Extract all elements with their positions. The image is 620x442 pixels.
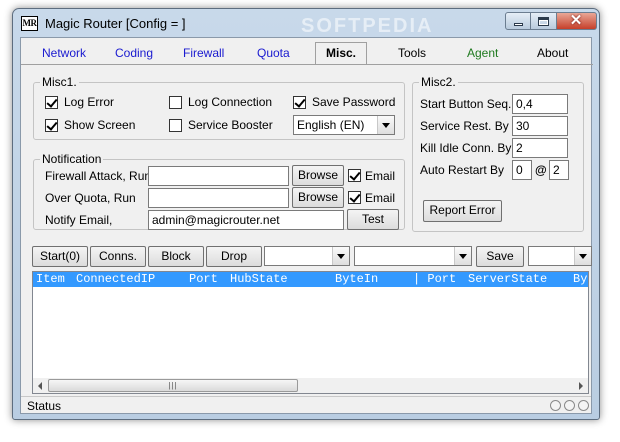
block-button[interactable]: Block bbox=[148, 246, 204, 267]
service-rest-input[interactable] bbox=[512, 116, 568, 136]
report-error-button[interactable]: Report Error bbox=[423, 200, 502, 222]
kill-idle-input[interactable] bbox=[512, 138, 568, 158]
service-rest-label: Service Rest. By bbox=[420, 119, 509, 133]
horizontal-scrollbar[interactable]: ||| bbox=[33, 378, 588, 393]
drop-button[interactable]: Drop bbox=[206, 246, 262, 267]
column-header-port[interactable]: Port bbox=[189, 272, 218, 287]
column-header-hub-state[interactable]: HubState bbox=[230, 272, 288, 287]
save-password-checkbox[interactable] bbox=[293, 96, 306, 109]
auto-restart-label: Auto Restart By bbox=[420, 163, 505, 177]
scroll-right-icon[interactable] bbox=[573, 378, 588, 393]
column-header-item[interactable]: Item bbox=[36, 272, 65, 287]
tab-about[interactable]: About bbox=[537, 46, 568, 60]
over-quota-email-checkbox[interactable] bbox=[348, 191, 361, 204]
language-select[interactable]: English (EN) bbox=[293, 115, 395, 135]
over-quota-browse-button[interactable]: Browse bbox=[292, 187, 344, 208]
misc2-group-label: Misc2. bbox=[419, 75, 458, 89]
status-text: Status bbox=[27, 399, 62, 413]
show-screen-checkbox[interactable] bbox=[45, 119, 58, 132]
maximize-button[interactable] bbox=[531, 12, 557, 30]
column-header-byte-in[interactable]: ByteIn bbox=[335, 272, 378, 287]
status-bar: Status bbox=[21, 396, 591, 413]
chevron-down-icon[interactable] bbox=[574, 247, 591, 265]
column-header-byte-out[interactable]: Byt bbox=[573, 272, 588, 287]
log-connection-label: Log Connection bbox=[188, 95, 273, 109]
minimize-icon bbox=[514, 23, 523, 26]
close-icon: ✕ bbox=[569, 12, 583, 29]
column-header-connected-ip[interactable]: ConnectedIP bbox=[76, 272, 155, 287]
start-button-seq-input[interactable] bbox=[512, 94, 568, 114]
save-password-label: Save Password bbox=[312, 95, 396, 109]
tab-agent[interactable]: Agent bbox=[467, 46, 498, 60]
conns-button[interactable]: Conns. bbox=[90, 246, 146, 267]
firewall-email-label: Email bbox=[365, 169, 396, 183]
client-area: Network Coding Firewall Quota Misc. Tool… bbox=[20, 37, 593, 414]
chevron-down-icon[interactable] bbox=[332, 247, 349, 265]
start-button[interactable]: Start(0) bbox=[32, 246, 88, 267]
status-indicator-icon bbox=[578, 400, 589, 411]
column-header-server-state[interactable]: ServerState bbox=[468, 272, 547, 287]
maximize-icon bbox=[538, 17, 549, 26]
firewall-attack-input[interactable] bbox=[148, 166, 289, 186]
over-quota-email-label: Email bbox=[365, 191, 396, 205]
auto-restart-input-1[interactable] bbox=[512, 160, 532, 180]
watermark: SOFTPEDIA bbox=[301, 15, 434, 37]
misc1-group-label: Misc1. bbox=[40, 75, 79, 89]
log-error-checkbox[interactable] bbox=[45, 96, 58, 109]
title-bar[interactable]: MR Magic Router [Config = ] SOFTPEDIA ✕ bbox=[13, 9, 599, 37]
app-icon: MR bbox=[21, 16, 38, 31]
over-quota-input[interactable] bbox=[148, 188, 289, 208]
misc1-group: Misc1. Log Error Log Connection Save Pas… bbox=[33, 75, 405, 140]
auto-restart-input-2[interactable] bbox=[549, 160, 569, 180]
tab-divider bbox=[21, 64, 593, 65]
over-quota-label: Over Quota, Run bbox=[45, 191, 136, 205]
window-title: Magic Router [Config = ] bbox=[45, 16, 186, 31]
start-button-seq-label: Start Button Seq. bbox=[420, 97, 512, 111]
auto-restart-at-label: @ bbox=[535, 163, 547, 177]
show-screen-label: Show Screen bbox=[64, 118, 136, 132]
status-indicator-icon bbox=[564, 400, 575, 411]
status-indicator-icon bbox=[550, 400, 561, 411]
log-error-label: Log Error bbox=[64, 95, 115, 109]
save-button[interactable]: Save bbox=[476, 246, 524, 267]
tab-tools[interactable]: Tools bbox=[398, 46, 426, 60]
connections-grid[interactable]: Item ConnectedIP Port HubState ByteIn | … bbox=[32, 271, 589, 394]
scroll-thumb[interactable]: ||| bbox=[48, 379, 298, 392]
main-window: MR Magic Router [Config = ] SOFTPEDIA ✕ … bbox=[12, 8, 600, 420]
column-header-server-port[interactable]: | Port bbox=[413, 272, 456, 287]
chevron-down-icon[interactable] bbox=[377, 116, 394, 134]
tab-coding[interactable]: Coding bbox=[115, 46, 153, 60]
close-button[interactable]: ✕ bbox=[557, 12, 597, 30]
tab-network[interactable]: Network bbox=[42, 46, 86, 60]
tab-strip: Network Coding Firewall Quota Misc. Tool… bbox=[21, 42, 593, 65]
notification-group: Notification Firewall Attack, Run Browse… bbox=[33, 152, 405, 230]
notify-email-label: Notify Email, bbox=[45, 213, 113, 227]
filter-select-2[interactable] bbox=[354, 246, 472, 266]
tab-misc[interactable]: Misc. bbox=[315, 42, 368, 65]
language-value: English (EN) bbox=[297, 118, 365, 132]
chevron-down-icon[interactable] bbox=[454, 247, 471, 265]
log-connection-checkbox[interactable] bbox=[169, 96, 182, 109]
notification-group-label: Notification bbox=[40, 152, 104, 166]
tab-quota[interactable]: Quota bbox=[257, 46, 290, 60]
firewall-attack-label: Firewall Attack, Run bbox=[45, 169, 152, 183]
scroll-left-icon[interactable] bbox=[33, 378, 48, 393]
notify-email-input[interactable] bbox=[148, 210, 344, 230]
grid-header: Item ConnectedIP Port HubState ByteIn | … bbox=[33, 272, 588, 287]
filter-select-3[interactable] bbox=[528, 246, 592, 266]
service-booster-checkbox[interactable] bbox=[169, 119, 182, 132]
misc2-group: Misc2. Start Button Seq. Service Rest. B… bbox=[412, 75, 584, 232]
service-booster-label: Service Booster bbox=[188, 118, 273, 132]
firewall-email-checkbox[interactable] bbox=[348, 169, 361, 182]
firewall-browse-button[interactable]: Browse bbox=[292, 165, 344, 186]
test-button[interactable]: Test bbox=[347, 209, 399, 230]
minimize-button[interactable] bbox=[505, 12, 531, 30]
tab-firewall[interactable]: Firewall bbox=[183, 46, 224, 60]
kill-idle-label: Kill Idle Conn. By bbox=[420, 141, 512, 155]
filter-select-1[interactable] bbox=[264, 246, 350, 266]
